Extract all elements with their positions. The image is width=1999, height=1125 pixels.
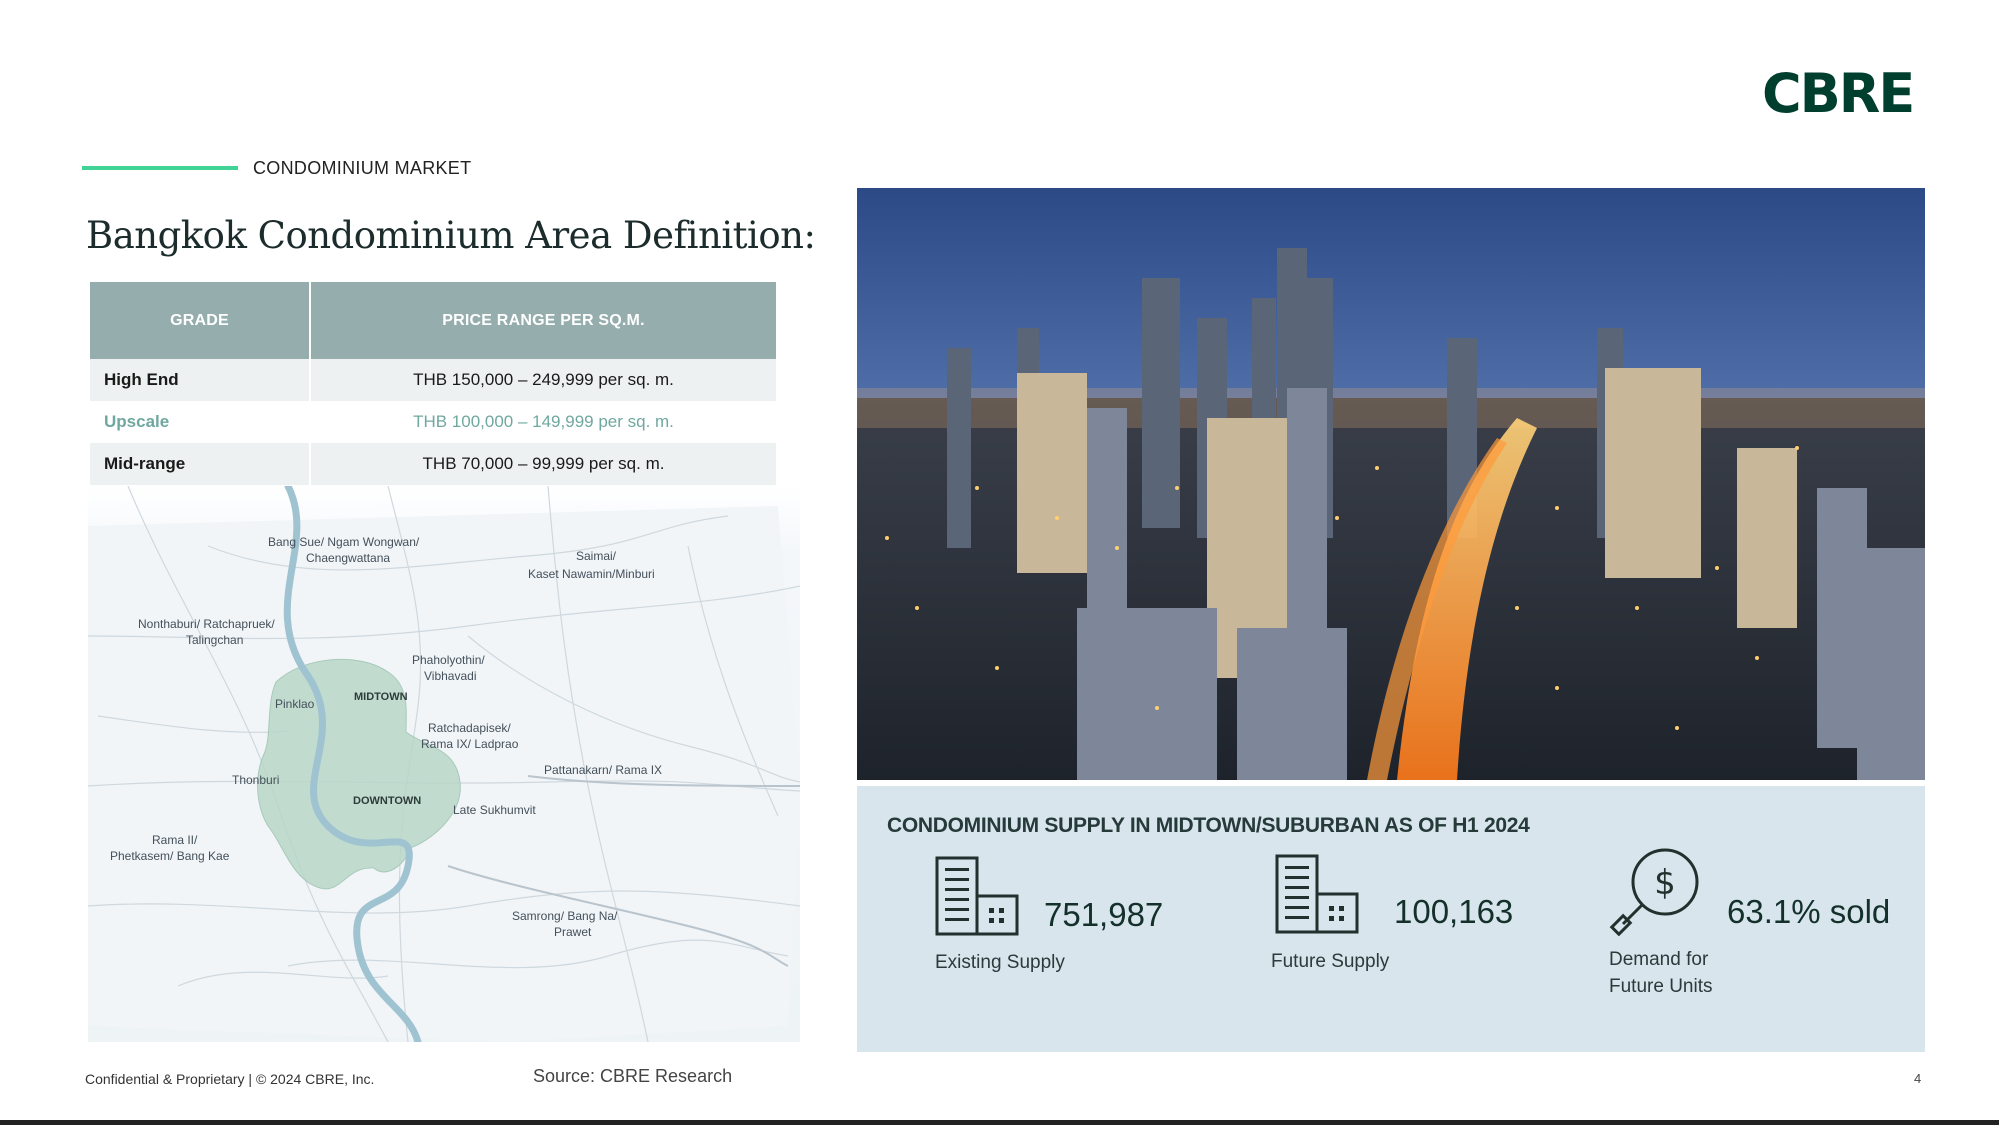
bottom-bar	[0, 1120, 1999, 1125]
map-label: Phetkasem/ Bang Kae	[110, 849, 230, 863]
building-icon	[935, 856, 1019, 936]
demand-label: Demand for Future Units	[1609, 946, 1769, 1000]
map-label: Ratchadapisek/	[428, 721, 511, 735]
table-row: Mid-range THB 70,000 – 99,999 per sq. m.	[90, 443, 776, 485]
source-note: Source: CBRE Research	[533, 1066, 733, 1086]
map-label: Bang Sue/ Ngam Wongwan/	[268, 535, 420, 549]
section-label: CONDOMINIUM MARKET	[253, 158, 472, 178]
building-icon	[1275, 854, 1359, 934]
confidential-footer: Confidential & Proprietary | © 2024 CBRE…	[85, 1071, 375, 1087]
map-label: Vibhavadi	[424, 669, 477, 683]
map-label: Phaholyothin/	[412, 653, 485, 667]
map-label-downtown: DOWNTOWN	[353, 795, 421, 807]
map-label: Chaengwattana	[306, 551, 390, 565]
map-label: Nonthaburi/ Ratchapruek/	[138, 617, 275, 631]
map-label: Late Sukhumvit	[453, 803, 536, 817]
section-accent-line	[82, 166, 238, 170]
map-label: Samrong/ Bang Na/	[512, 909, 618, 923]
map-label: Pinklao	[275, 697, 315, 711]
map-label: Thonburi	[232, 773, 279, 787]
demand-label-line1: Demand for	[1609, 949, 1709, 970]
dollar-magnifier-icon: $	[1609, 848, 1699, 936]
map-label: Talingchan	[186, 633, 243, 647]
demand-value: 63.1% sold	[1727, 893, 1891, 930]
price-cell: THB 150,000 – 249,999 per sq. m.	[310, 359, 776, 401]
map-label: Kaset Nawamin/Minburi	[528, 567, 655, 581]
table-header-row: GRADE PRICE RANGE PER SQ.M.	[90, 282, 776, 359]
grade-cell: High End	[90, 359, 311, 401]
map-label: Saimai/	[576, 549, 617, 563]
table-row: High End THB 150,000 – 249,999 per sq. m…	[90, 359, 776, 401]
map-label: Prawet	[554, 925, 592, 939]
bangkok-skyline-photo	[857, 188, 1925, 780]
table-row: Upscale THB 100,000 – 149,999 per sq. m.	[90, 401, 776, 443]
svg-text:$: $	[1654, 863, 1676, 903]
page-number: 4	[1914, 1071, 1922, 1086]
bangkok-area-map: Bang Sue/ Ngam Wongwan/ Chaengwattana Sa…	[88, 486, 800, 1042]
grade-cell: Upscale	[90, 401, 311, 443]
map-label-midtown: MIDTOWN	[354, 691, 408, 703]
table-header-price: PRICE RANGE PER SQ.M.	[310, 282, 776, 359]
future-supply-label: Future Supply	[1271, 951, 1390, 972]
supply-title: CONDOMINIUM SUPPLY IN MIDTOWN/SUBURBAN A…	[887, 814, 1530, 837]
existing-supply-value: 751,987	[1044, 896, 1164, 933]
future-supply-value: 100,163	[1394, 893, 1514, 930]
cbre-logo: CBRE	[1762, 62, 1915, 125]
map-label: Rama II/	[152, 833, 198, 847]
table-header-grade: GRADE	[90, 282, 311, 359]
grade-price-table: GRADE PRICE RANGE PER SQ.M. High End THB…	[90, 282, 776, 485]
existing-supply-label: Existing Supply	[935, 952, 1065, 973]
price-cell: THB 100,000 – 149,999 per sq. m.	[310, 401, 776, 443]
map-label: Rama IX/ Ladprao	[421, 737, 519, 751]
page-title: Bangkok Condominium Area Definition:	[86, 214, 816, 257]
price-cell: THB 70,000 – 99,999 per sq. m.	[310, 443, 776, 485]
demand-label-line2: Future Units	[1609, 976, 1713, 997]
grade-cell: Mid-range	[90, 443, 311, 485]
map-label: Pattanakarn/ Rama IX	[544, 763, 662, 777]
supply-panel: CONDOMINIUM SUPPLY IN MIDTOWN/SUBURBAN A…	[857, 786, 1925, 1052]
